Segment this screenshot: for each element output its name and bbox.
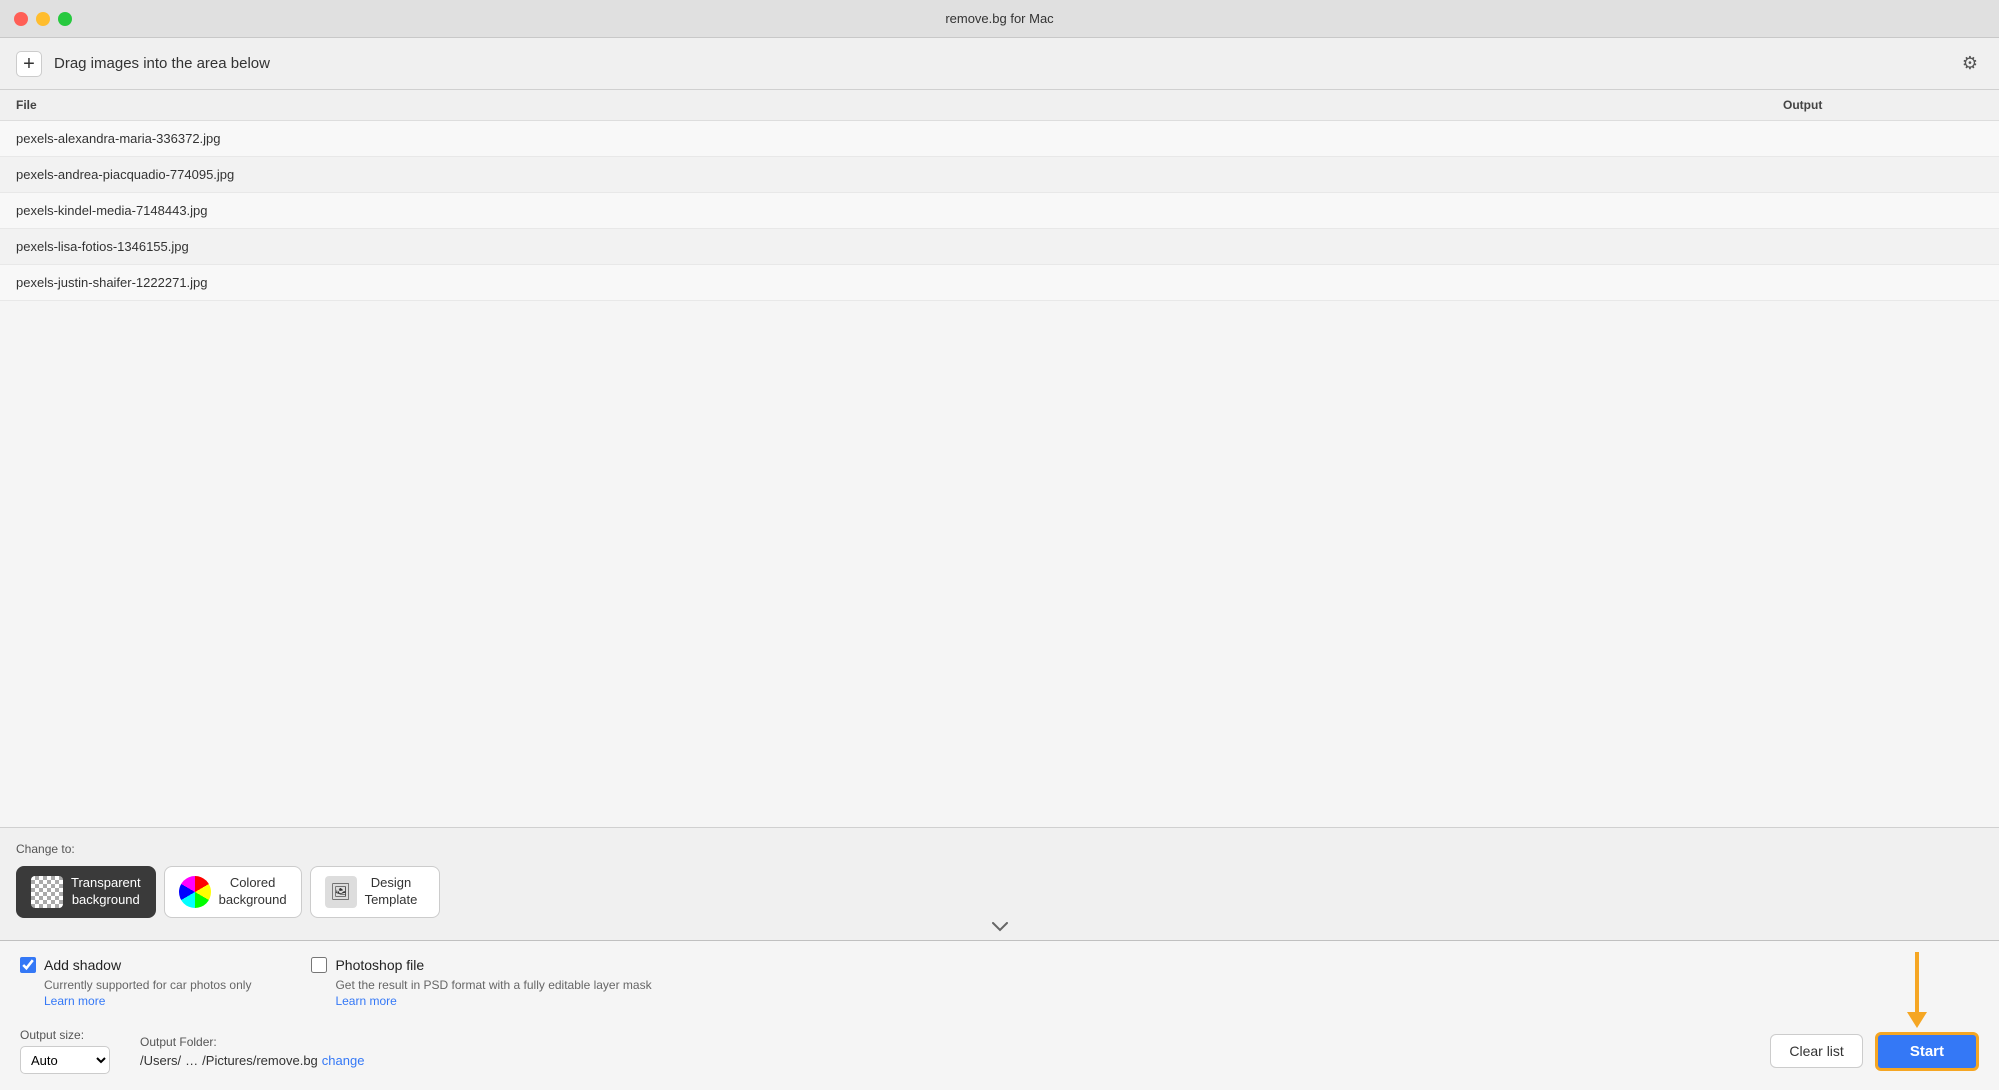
table-row[interactable]: pexels-alexandra-maria-336372.jpg <box>0 121 1999 157</box>
design-template-button[interactable]: 🖼 DesignTemplate <box>310 866 440 918</box>
titlebar-buttons <box>14 12 72 26</box>
add-button[interactable]: + <box>16 51 42 77</box>
col-file-header: File <box>16 98 1783 112</box>
change-to-label: Change to: <box>16 842 1983 856</box>
file-list-area: File Output pexels-alexandra-maria-33637… <box>0 90 1999 827</box>
add-shadow-checkbox[interactable] <box>20 957 36 973</box>
arrow-annotation <box>1907 952 1927 1028</box>
photoshop-learn-more[interactable]: Learn more <box>335 994 651 1008</box>
file-rows-container: pexels-alexandra-maria-336372.jpg pexels-… <box>0 121 1999 301</box>
output-options-panel: Change to: Transparentbackground Colored… <box>0 827 1999 940</box>
add-shadow-title: Add shadow <box>44 957 121 973</box>
size-group: Output size: Auto Small Medium Large HD <box>20 1028 110 1074</box>
design-template-label: DesignTemplate <box>365 875 418 909</box>
bottom-row2: Output size: Auto Small Medium Large HD … <box>20 1028 1979 1074</box>
add-shadow-group: Add shadow Currently supported for car p… <box>20 957 251 1008</box>
size-label: Output size: <box>20 1028 110 1042</box>
table-row[interactable]: pexels-andrea-piacquadio-774095.jpg <box>0 157 1999 193</box>
file-name: pexels-lisa-fotios-1346155.jpg <box>16 239 1983 254</box>
colored-bg-button[interactable]: Coloredbackground <box>164 866 302 918</box>
folder-path-ellipsis: … <box>185 1053 198 1068</box>
photoshop-checkbox[interactable] <box>311 957 327 973</box>
folder-label: Output Folder: <box>140 1035 364 1049</box>
transparent-bg-label: Transparentbackground <box>71 875 141 909</box>
window-title: remove.bg for Mac <box>945 11 1053 26</box>
table-row[interactable]: pexels-kindel-media-7148443.jpg <box>0 193 1999 229</box>
file-name: pexels-andrea-piacquadio-774095.jpg <box>16 167 1983 182</box>
design-template-icon: 🖼 <box>325 876 357 908</box>
size-select[interactable]: Auto Small Medium Large HD <box>20 1046 110 1074</box>
file-name: pexels-alexandra-maria-336372.jpg <box>16 131 1983 146</box>
transparent-bg-button[interactable]: Transparentbackground <box>16 866 156 918</box>
toolbar-hint: Drag images into the area below <box>54 55 270 72</box>
add-shadow-learn-more[interactable]: Learn more <box>44 994 251 1008</box>
arrow-head <box>1907 1012 1927 1028</box>
folder-path: /Users/ … /Pictures/remove.bg change <box>140 1053 364 1068</box>
col-output-header: Output <box>1783 98 1983 112</box>
folder-path-part2: /Pictures/remove.bg <box>202 1053 318 1068</box>
table-row[interactable]: pexels-lisa-fotios-1346155.jpg <box>0 229 1999 265</box>
add-shadow-title-row: Add shadow <box>20 957 251 973</box>
close-button[interactable] <box>14 12 28 26</box>
toolbar-left: + Drag images into the area below <box>16 51 270 77</box>
maximize-button[interactable] <box>58 12 72 26</box>
photoshop-title-row: Photoshop file <box>311 957 651 973</box>
folder-group: Output Folder: /Users/ … /Pictures/remov… <box>140 1035 364 1068</box>
transparent-bg-icon <box>31 876 63 908</box>
titlebar: remove.bg for Mac <box>0 0 1999 38</box>
photoshop-group: Photoshop file Get the result in PSD for… <box>311 957 651 1008</box>
settings-button[interactable]: ⚙ <box>1957 51 1983 77</box>
bottom-row2-left: Output size: Auto Small Medium Large HD … <box>20 1028 364 1074</box>
bottom-row1: Add shadow Currently supported for car p… <box>20 957 1979 1008</box>
colored-bg-label: Coloredbackground <box>219 875 287 909</box>
main-window: + Drag images into the area below ⚙ File… <box>0 38 1999 1090</box>
arrow-line <box>1915 952 1919 1012</box>
photoshop-desc: Get the result in PSD format with a full… <box>335 977 651 994</box>
minimize-button[interactable] <box>36 12 50 26</box>
file-name: pexels-kindel-media-7148443.jpg <box>16 203 1983 218</box>
collapse-arrow[interactable] <box>16 918 1983 932</box>
photoshop-title: Photoshop file <box>335 957 424 973</box>
bottom-panel: Add shadow Currently supported for car p… <box>0 941 1999 1090</box>
file-list-header: File Output <box>0 90 1999 121</box>
toolbar: + Drag images into the area below ⚙ <box>0 38 1999 90</box>
start-button[interactable]: Start <box>1875 1032 1979 1071</box>
bottom-row2-right: Clear list Start <box>1770 1032 1979 1071</box>
add-shadow-desc: Currently supported for car photos only <box>44 977 251 994</box>
file-name: pexels-justin-shaifer-1222271.jpg <box>16 275 1983 290</box>
folder-change-link[interactable]: change <box>322 1053 365 1068</box>
color-wheel-icon <box>179 876 211 908</box>
folder-path-part1: /Users/ <box>140 1053 181 1068</box>
output-buttons: Transparentbackground Coloredbackground … <box>16 866 1983 918</box>
clear-list-button[interactable]: Clear list <box>1770 1034 1862 1068</box>
table-row[interactable]: pexels-justin-shaifer-1222271.jpg <box>0 265 1999 301</box>
